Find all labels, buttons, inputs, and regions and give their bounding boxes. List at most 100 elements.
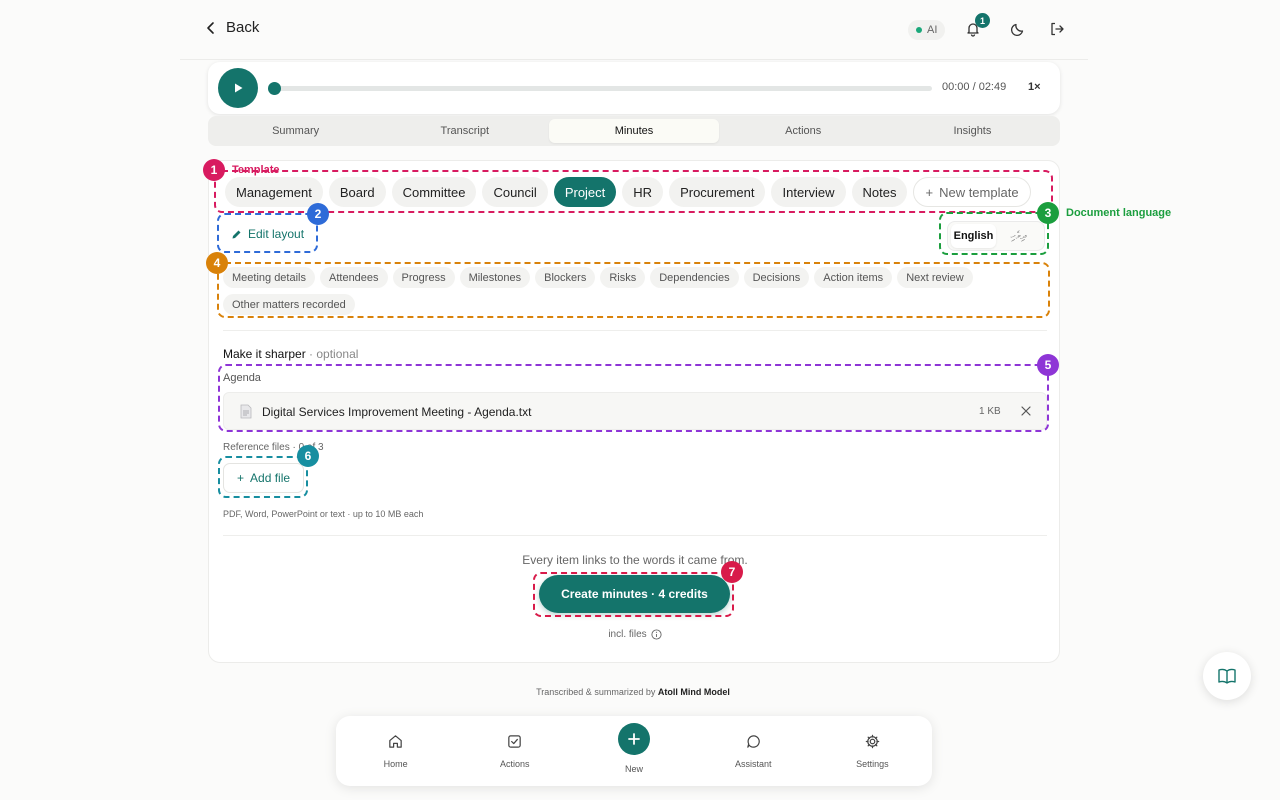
- annotation-number-3: 3: [1037, 202, 1059, 224]
- new-button[interactable]: [618, 722, 650, 755]
- edit-layout-button[interactable]: Edit layout: [231, 227, 304, 241]
- template-chip-council[interactable]: Council: [482, 177, 548, 207]
- nav-actions[interactable]: Actions: [455, 716, 574, 786]
- annotation-number-6: 6: [297, 445, 319, 467]
- notifications-button[interactable]: 1: [962, 13, 990, 40]
- incl-files-label: incl. files: [608, 629, 647, 640]
- nav-assistant[interactable]: Assistant: [694, 716, 813, 786]
- add-file-button[interactable]: + Add file: [223, 463, 305, 493]
- tab-insights[interactable]: Insights: [888, 119, 1057, 143]
- notification-count-badge: 1: [975, 13, 990, 28]
- play-icon: [235, 83, 243, 93]
- template-chip-notes[interactable]: Notes: [851, 177, 908, 207]
- section-chip-attendees[interactable]: Attendees: [320, 267, 388, 288]
- section-chip-dependencies[interactable]: Dependencies: [650, 267, 739, 288]
- template-chip-hr[interactable]: HR: [622, 177, 664, 207]
- progress-track[interactable]: [270, 86, 932, 91]
- bottom-nav: Home Actions New Assistant Settings: [336, 716, 932, 786]
- sharper-optional: · optional: [309, 347, 359, 361]
- nav-home-label: Home: [383, 759, 408, 769]
- tab-transcript[interactable]: Transcript: [380, 119, 549, 143]
- language-option-english[interactable]: English: [951, 224, 996, 248]
- agenda-file-size: 1 KB: [979, 406, 1001, 417]
- template-chip-interview[interactable]: Interview: [771, 177, 846, 207]
- agenda-file-row: Digital Services Improvement Meeting - A…: [223, 392, 1047, 430]
- remove-file-icon[interactable]: [1019, 404, 1033, 418]
- sharper-heading: Make it sharper · optional: [223, 347, 358, 361]
- template-chip-procurement[interactable]: Procurement: [669, 177, 766, 207]
- tab-minutes[interactable]: Minutes: [549, 119, 719, 143]
- audio-player: 00:00 / 02:49 1×: [208, 62, 1060, 114]
- status-dot-icon: [916, 27, 922, 33]
- info-icon[interactable]: [651, 629, 662, 640]
- chat-icon: [746, 735, 760, 748]
- annotation-number-5: 5: [1037, 354, 1059, 376]
- nav-new[interactable]: New: [574, 716, 693, 786]
- nav-new-label: New: [625, 763, 644, 774]
- back-button[interactable]: Back: [204, 19, 259, 36]
- nav-assistant-label: Assistant: [734, 759, 772, 769]
- book-icon: [1218, 668, 1236, 684]
- section-chip-decisions[interactable]: Decisions: [743, 267, 810, 288]
- nav-settings-label: Settings: [856, 759, 889, 769]
- new-template-label: New template: [939, 184, 1019, 200]
- ai-status-badge[interactable]: AI: [908, 20, 946, 40]
- divider: [223, 330, 1047, 331]
- guide-button[interactable]: [1203, 652, 1251, 700]
- document-icon: [240, 404, 252, 419]
- agenda-label: Agenda: [223, 372, 261, 384]
- section-chip-other-matters[interactable]: Other matters recorded: [223, 294, 355, 315]
- file-types-hint: PDF, Word, PowerPoint or text · up to 10…: [223, 509, 424, 519]
- section-chip-milestones[interactable]: Milestones: [459, 267, 531, 288]
- progress-handle[interactable]: [268, 82, 281, 95]
- chevron-left-icon: [207, 21, 214, 34]
- section-chip-action-items[interactable]: Action items: [814, 267, 893, 288]
- annotation-label-document-language: Document language: [1066, 207, 1172, 219]
- section-chip-risks[interactable]: Risks: [600, 267, 646, 288]
- links-info-text: Every item links to the words it came fr…: [522, 553, 748, 567]
- section-chip-meeting-details[interactable]: Meeting details: [223, 267, 315, 288]
- includes-files-note: incl. files: [209, 629, 1061, 640]
- template-chip-board[interactable]: Board: [328, 177, 386, 207]
- nav-settings[interactable]: Settings: [813, 716, 932, 786]
- pencil-icon: [232, 230, 241, 238]
- view-tabs: Summary Transcript Minutes Actions Insig…: [208, 116, 1060, 146]
- top-bar: Back AI 1: [180, 0, 1088, 60]
- add-file-label: Add file: [250, 471, 291, 485]
- template-chips: Management Board Committee Council Proje…: [225, 177, 1031, 207]
- sharper-title: Make it sharper: [223, 347, 306, 361]
- template-chip-committee[interactable]: Committee: [391, 177, 477, 207]
- section-chip-next-review[interactable]: Next review: [897, 267, 973, 288]
- credit-prefix: Transcribed & summarized by: [536, 687, 656, 697]
- new-template-button[interactable]: + New template: [913, 177, 1031, 207]
- template-chip-project[interactable]: Project: [553, 177, 617, 207]
- language-option-dhivehi[interactable]: ދިވެހި: [996, 224, 1041, 248]
- checkbox-icon: [508, 735, 522, 748]
- annotation-number-1: 1: [203, 159, 225, 181]
- annotation-number-4: 4: [206, 252, 228, 274]
- annotation-number-2: 2: [307, 203, 329, 225]
- nav-home[interactable]: Home: [336, 716, 455, 786]
- playback-time: 00:00 / 02:49: [942, 81, 1007, 93]
- tab-actions[interactable]: Actions: [719, 119, 888, 143]
- minutes-card: Management Board Committee Council Proje…: [208, 160, 1060, 663]
- playback-speed-button[interactable]: 1×: [1028, 81, 1041, 93]
- nav-actions-label: Actions: [500, 759, 530, 769]
- section-chips: Meeting details Attendees Progress Miles…: [223, 267, 1043, 315]
- theme-toggle-button[interactable]: [1007, 18, 1029, 40]
- play-button[interactable]: [218, 68, 258, 108]
- template-chip-management[interactable]: Management: [225, 177, 323, 207]
- tab-summary[interactable]: Summary: [211, 119, 380, 143]
- annotation-number-7: 7: [721, 561, 743, 583]
- moon-icon: [1010, 23, 1024, 37]
- logout-button[interactable]: [1046, 18, 1068, 40]
- gear-icon: [865, 734, 880, 749]
- create-minutes-button[interactable]: Create minutes · 4 credits: [539, 575, 730, 613]
- section-chip-blockers[interactable]: Blockers: [535, 267, 596, 288]
- language-toggle: English ދިވެހި: [947, 221, 1045, 251]
- ai-label: AI: [927, 24, 938, 36]
- home-icon: [389, 735, 402, 748]
- section-chip-progress[interactable]: Progress: [392, 267, 455, 288]
- plus-icon: +: [925, 184, 934, 200]
- logout-icon: [1051, 22, 1064, 36]
